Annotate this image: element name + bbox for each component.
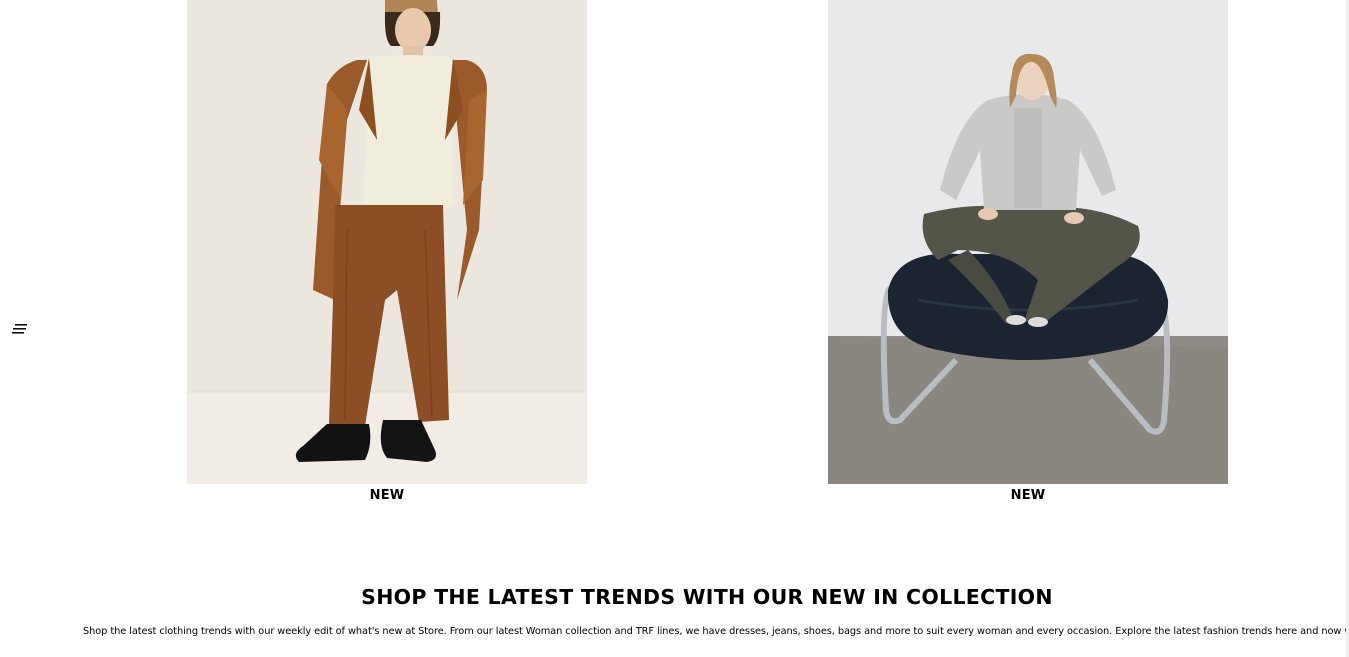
product-image[interactable] [187, 0, 587, 484]
product-image[interactable] [828, 0, 1228, 484]
product-tag[interactable]: NEW [828, 489, 1228, 503]
product-card[interactable]: NEW [828, 0, 1228, 503]
product-tag[interactable]: NEW [187, 489, 587, 503]
section-title: SHOP THE LATEST TRENDS WITH OUR NEW IN C… [361, 585, 1053, 609]
man-in-camel-coat-photo [187, 0, 587, 484]
product-card[interactable]: NEW [187, 0, 587, 503]
woman-in-leather-chair-photo [828, 0, 1228, 484]
section-description: Shop the latest clothing trends with our… [83, 626, 1349, 637]
page: NEW NEW SHOP THE LATEST TRENDS WITH OUR … [0, 0, 1349, 657]
hamburger-menu-icon[interactable] [12, 323, 28, 335]
